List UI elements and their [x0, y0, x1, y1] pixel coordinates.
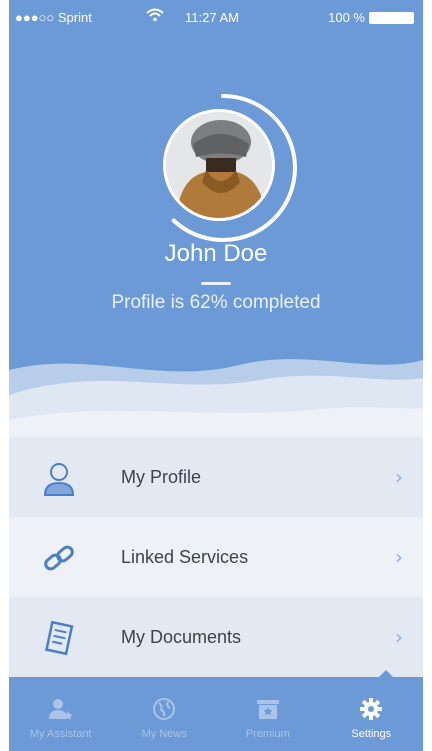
wifi-icon: [146, 8, 164, 26]
carrier-label: ●●●○○ Sprint: [15, 10, 92, 25]
clock: 11:27 AM: [185, 10, 239, 25]
link-icon: [39, 539, 79, 579]
avatar: [163, 109, 275, 221]
tab-label: Settings: [351, 728, 392, 740]
menu-item-label: My Profile: [121, 466, 202, 487]
tab-settings[interactable]: Settings: [320, 677, 424, 751]
globe-icon: [151, 697, 177, 721]
chevron-right-icon: ›: [395, 545, 403, 569]
assistant-icon: [48, 697, 74, 721]
tab-my-assistant[interactable]: My Assistant: [9, 677, 113, 751]
tab-premium[interactable]: Premium: [216, 677, 320, 751]
app-screen: ●●●○○ Sprint 11:27 AM 100 % John Doe Pro…: [9, 0, 423, 751]
user-icon: [39, 459, 79, 499]
wave-decoration: [9, 359, 423, 440]
name-divider: [201, 282, 231, 285]
premium-icon: [255, 697, 281, 721]
gear-icon: [358, 697, 384, 721]
battery-indicator: 100 %: [328, 10, 414, 25]
battery-icon: [369, 11, 414, 24]
user-name: John Doe: [164, 240, 268, 267]
menu-item-label: Linked Services: [121, 546, 249, 567]
menu-item-label: My Documents: [121, 626, 242, 647]
menu-item-my-documents[interactable]: My Documents ›: [9, 597, 423, 677]
chevron-right-icon: ›: [395, 465, 403, 489]
avatar-photo: [166, 112, 272, 218]
menu-item-linked-services[interactable]: Linked Services ›: [9, 517, 423, 597]
chevron-right-icon: ›: [395, 625, 403, 649]
tab-label: My News: [141, 728, 187, 740]
status-bar: ●●●○○ Sprint 11:27 AM 100 %: [9, 0, 423, 36]
tab-label: Premium: [245, 728, 290, 740]
battery-label: 100 %: [328, 10, 365, 25]
document-icon: [39, 619, 79, 659]
settings-menu: My Profile › Linked Services › My Docume…: [9, 437, 423, 677]
menu-item-my-profile[interactable]: My Profile ›: [9, 437, 423, 517]
tab-bar: My Assistant My News Premium Settings: [9, 677, 423, 751]
profile-completion-text: Profile is 62% completed: [111, 292, 321, 313]
avatar-progress[interactable]: [159, 86, 299, 242]
tab-my-news[interactable]: My News: [113, 677, 217, 751]
active-tab-indicator: [379, 670, 393, 677]
tab-label: My Assistant: [29, 728, 92, 740]
